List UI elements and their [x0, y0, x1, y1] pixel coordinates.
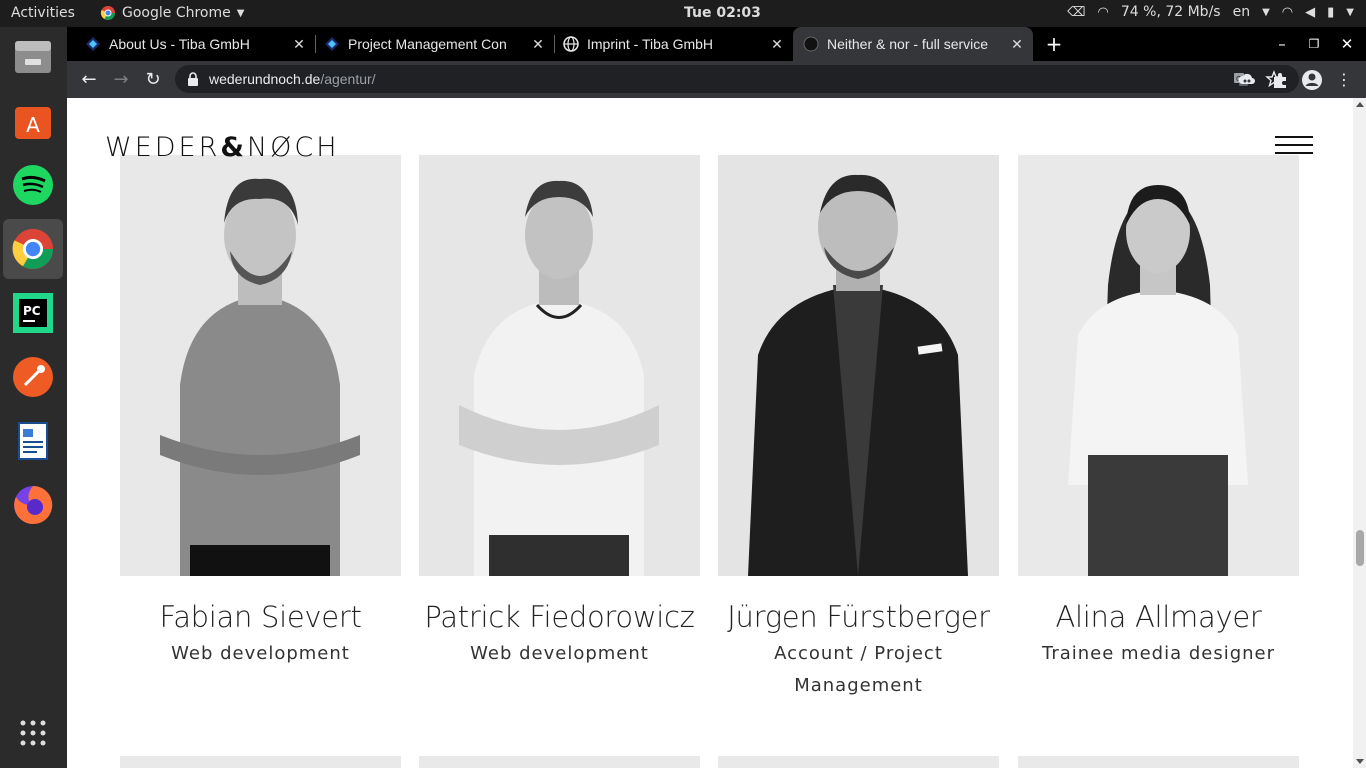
globe-icon [563, 36, 579, 52]
team-photo [718, 155, 999, 576]
network-status: 74 %, 72 Mb/s [1120, 4, 1221, 20]
close-icon[interactable]: ✕ [291, 36, 307, 52]
chevron-down-icon: ▼ [1346, 6, 1354, 18]
tab-separator [315, 35, 316, 53]
tab-separator [554, 35, 555, 53]
close-icon[interactable]: ✕ [530, 36, 546, 52]
clock[interactable]: Tue 02:03 [684, 5, 761, 21]
team-member-role: Web development [470, 643, 649, 664]
url-text: wederundnoch.de/agentur/ [209, 71, 376, 87]
team-member-name: Alina Allmayer [1055, 600, 1262, 634]
logo-right: NØCH [246, 132, 340, 163]
language-indicator[interactable]: en [1233, 4, 1251, 20]
logo-ampersand: & [220, 132, 247, 163]
portrait-illustration [419, 155, 700, 576]
files-icon[interactable] [9, 33, 57, 81]
mute-notifications-icon[interactable]: ⌫ [1067, 5, 1085, 20]
team-card: Jürgen Fürstberger Account / Project Man… [718, 155, 999, 702]
system-tray[interactable]: ⌫ ◠ 74 %, 72 Mb/s en ▼ ◠ ◀ ▮ ▼ [1067, 4, 1354, 20]
tab-weder-und-noch[interactable]: Neither & nor - full service ✕ [793, 27, 1033, 61]
page-scrollbar[interactable] [1353, 98, 1366, 768]
team-photo [1018, 155, 1299, 576]
wifi-status-icon: ◠ [1281, 4, 1294, 20]
software-store-icon[interactable]: A [9, 97, 57, 145]
web-page: WEDER&NØCH Fabian Sievert Web developmen… [67, 98, 1353, 768]
volume-icon: ◀ [1305, 4, 1316, 20]
team-member-role: Account / Project Management [774, 643, 943, 696]
team-card: Alina Allmayer Trainee media designer [1018, 155, 1299, 670]
close-icon[interactable]: ✕ [1009, 36, 1025, 52]
forward-button[interactable]: → [110, 69, 132, 91]
team-card-next-row [1018, 756, 1299, 768]
site-logo[interactable]: WEDER&NØCH [105, 132, 340, 163]
tab-title: About Us - Tiba GmbH [109, 36, 250, 52]
team-member-name: Fabian Sievert [159, 600, 362, 634]
app-menu[interactable]: Google Chrome ▼ [100, 5, 244, 21]
dock: A PC [0, 27, 67, 768]
app-menu-label: Google Chrome [122, 5, 231, 21]
team-photo [120, 155, 401, 576]
svg-text:A: A [26, 113, 40, 137]
portrait-illustration [1018, 155, 1299, 576]
team-member-role: Trainee media designer [1041, 643, 1276, 664]
portrait-illustration [120, 155, 401, 576]
minimize-button[interactable]: – [1273, 35, 1291, 53]
chevron-down-icon: ▼ [236, 7, 245, 19]
team-card-next-row [419, 756, 700, 768]
address-bar[interactable]: wederundnoch.de/agentur/ G [175, 65, 1299, 93]
chrome-dock-icon[interactable] [3, 219, 63, 279]
chevron-down-icon: ▼ [1262, 6, 1270, 18]
team-member-name: Patrick Fiedorowicz [424, 600, 695, 634]
back-button[interactable]: ← [78, 69, 100, 91]
svg-text:PC: PC [23, 304, 41, 318]
tiba-favicon-icon [325, 37, 339, 51]
url-host: wederundnoch.de [209, 71, 321, 87]
portrait-illustration [718, 155, 999, 576]
logo-left: WEDER [105, 132, 221, 163]
team-member-name: Jürgen Fürstberger [727, 600, 990, 634]
new-tab-button[interactable]: + [1045, 34, 1063, 54]
firefox-icon[interactable] [9, 481, 57, 529]
extensions-puzzle-icon[interactable] [1270, 70, 1290, 90]
team-member-role: Web development [171, 643, 350, 664]
extension-cloud-icon[interactable] [1237, 70, 1257, 90]
maximize-button[interactable]: ❐ [1305, 35, 1323, 53]
site-favicon-icon [803, 36, 819, 52]
tab-imprint[interactable]: Imprint - Tiba GmbH ✕ [563, 27, 793, 61]
tab-title: Imprint - Tiba GmbH [587, 36, 714, 52]
spotify-icon[interactable] [9, 161, 57, 209]
battery-icon: ▮ [1327, 4, 1335, 20]
lock-icon[interactable] [187, 72, 199, 86]
hamburger-menu-icon[interactable] [1275, 134, 1315, 158]
tab-title: Project Management Con [348, 36, 507, 52]
team-card: Patrick Fiedorowicz Web development [419, 155, 700, 670]
scrollbar-thumb[interactable] [1356, 530, 1364, 566]
scroll-down-arrow-icon[interactable] [1356, 759, 1364, 764]
activities-button[interactable]: Activities [11, 5, 75, 21]
document-viewer-icon[interactable] [9, 417, 57, 465]
team-card-next-row [120, 756, 401, 768]
tab-title: Neither & nor - full service [827, 36, 989, 52]
tab-project-management[interactable]: Project Management Con ✕ [324, 27, 554, 61]
close-window-button[interactable]: ✕ [1338, 35, 1356, 53]
profile-avatar-icon[interactable] [1301, 69, 1323, 91]
pycharm-icon[interactable]: PC [9, 289, 57, 337]
team-card-next-row [718, 756, 999, 768]
reload-button[interactable]: ↻ [142, 69, 164, 91]
chrome-icon [100, 6, 115, 20]
wifi-icon: ◠ [1097, 4, 1109, 20]
show-apps-icon[interactable] [9, 709, 57, 757]
team-photo [419, 155, 700, 576]
system-top-bar: Activities Google Chrome ▼ Tue 02:03 ⌫ ◠… [0, 0, 1366, 27]
close-icon[interactable]: ✕ [769, 36, 785, 52]
tiba-favicon-icon [86, 37, 100, 51]
url-path: /agentur/ [320, 71, 376, 87]
team-card: Fabian Sievert Web development [120, 155, 401, 670]
chrome-menu-button[interactable]: ⋮ [1333, 69, 1355, 91]
tab-about-us[interactable]: About Us - Tiba GmbH ✕ [85, 27, 315, 61]
postman-icon[interactable] [9, 353, 57, 401]
scroll-up-arrow-icon[interactable] [1356, 102, 1364, 107]
browser-toolbar: ← → ↻ wederundnoch.de/agentur/ G ⋮ [67, 61, 1366, 98]
tab-strip: About Us - Tiba GmbH ✕ Project Managemen… [67, 27, 1366, 61]
